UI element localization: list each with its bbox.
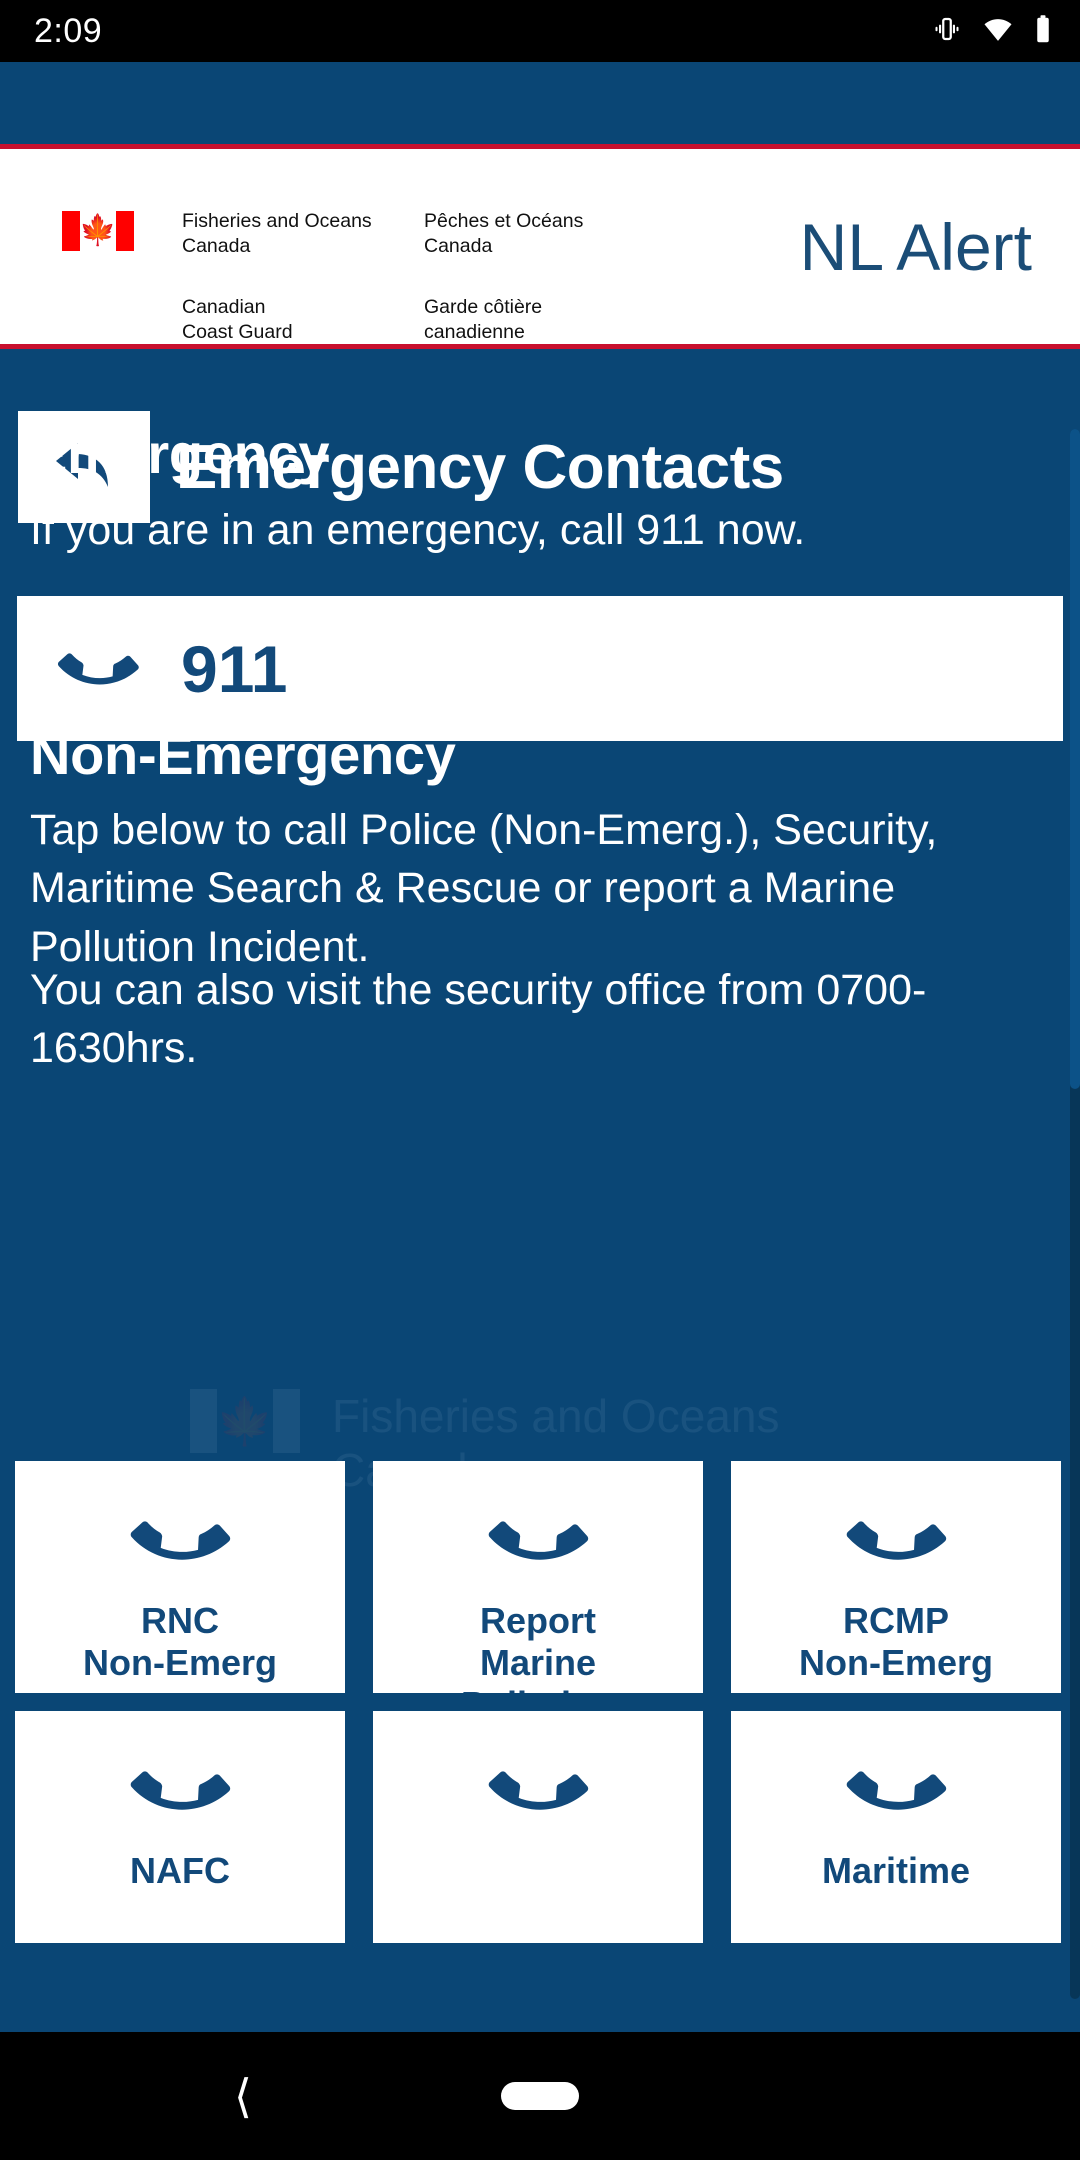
phone-icon <box>488 1739 589 1840</box>
status-bar-icons <box>932 14 1052 49</box>
status-bar-clock: 2:09 <box>34 11 103 50</box>
nav-home-pill-icon[interactable] <box>501 2082 579 2110</box>
contact-tile-report-marine-pollution[interactable]: ReportMarinePollution <box>373 1461 703 1693</box>
security-office-hours-note: You can also visit the security office f… <box>30 966 927 1073</box>
battery-icon <box>1034 14 1052 49</box>
federal-identity-banner: 🍁 Fisheries and Oceans Canada Pêches et … <box>0 144 1080 349</box>
phone-icon <box>130 1489 231 1590</box>
contact-tile-rcmp-non-emerg[interactable]: RCMP Non-Emerg <box>731 1461 1061 1693</box>
contact-tile-security[interactable] <box>373 1711 703 1943</box>
tile-label: RCMP Non-Emerg <box>798 1600 993 1683</box>
emergency-heading: Emergency <box>30 422 330 485</box>
phone-icon <box>846 1489 947 1590</box>
call-911-label: 911 <box>181 631 288 706</box>
agency-name-en: Canadian Coast Guard <box>182 296 293 343</box>
phone-icon <box>488 1489 589 1590</box>
emergency-description: If you are in an emergency, call 911 now… <box>30 506 806 554</box>
phone-icon <box>130 1739 231 1840</box>
agency-name-fr: Garde côtière canadienne <box>424 296 543 343</box>
call-911-button[interactable]: 911 <box>17 596 1063 741</box>
canada-flag-icon: 🍁 <box>62 211 134 251</box>
phone-icon <box>846 1739 947 1840</box>
department-name-en: Fisheries and Oceans Canada <box>182 210 372 257</box>
department-name-fr: Pêches et Océans Canada <box>424 210 584 257</box>
non-emergency-heading: Non-Emergency <box>30 723 456 786</box>
app-logo-text: NL Alert <box>799 209 1032 284</box>
non-emergency-description: Tap below to call Police (Non-Emerg.), S… <box>30 806 938 971</box>
nav-back-chevron-icon[interactable]: ⟨ <box>234 2073 252 2119</box>
tile-label: RNC Non-Emerg <box>82 1600 277 1683</box>
scrollbar-thumb[interactable] <box>1070 429 1080 1089</box>
wifi-icon <box>982 14 1014 49</box>
top-blue-strip <box>0 62 1080 144</box>
status-bar: 2:09 <box>0 0 1080 62</box>
app-screen: 2:09 🍁 Fisheries and Oceans Canada Pêche… <box>0 0 1080 2160</box>
contact-tile-maritime[interactable]: Maritime <box>731 1711 1061 1943</box>
contact-tile-rnc-non-emerg[interactable]: RNC Non-Emerg <box>15 1461 345 1693</box>
scroll-content[interactable]: 🍁 Fisheries and OceansCanada Emergency C… <box>0 349 1080 2032</box>
tile-label: Maritime <box>821 1850 971 1891</box>
tile-label: ReportMarinePollution <box>461 1600 615 1693</box>
phone-icon <box>57 627 139 710</box>
vibrate-icon <box>932 14 962 49</box>
watermark-flag-icon: 🍁 <box>190 1389 300 1453</box>
system-navigation-bar: ⟨ <box>0 2032 1080 2160</box>
tile-label: NAFC <box>130 1850 230 1891</box>
contact-tile-grid: RNCNon-Emerg ReportMarinePollution RCMPN… <box>15 1461 1065 1943</box>
contact-tile-nafc[interactable]: NAFC <box>15 1711 345 1943</box>
